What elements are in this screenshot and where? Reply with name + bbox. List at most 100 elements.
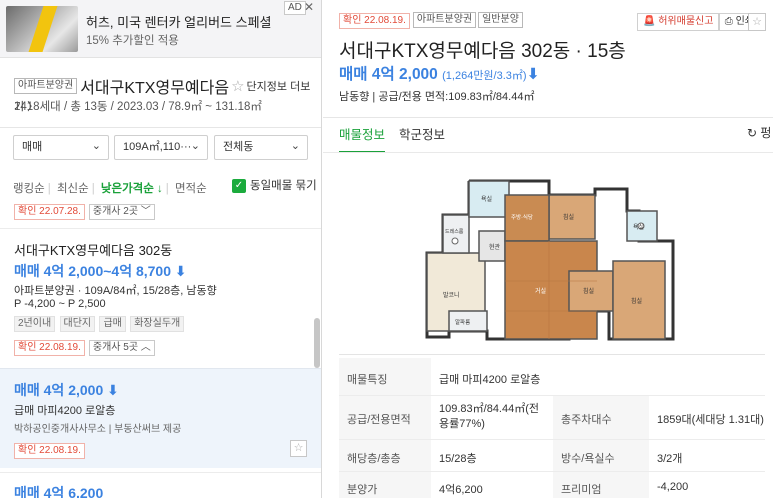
type-tag: 아파트분양권: [412, 12, 477, 28]
favorite-star-icon[interactable]: ☆: [290, 440, 307, 457]
listing-detail: 아파트분양권 · 109A/84㎡, 15/28층, 남동향: [14, 285, 217, 297]
confirm-badge: 확인 22.08.19.: [339, 13, 410, 30]
label-dress: 드레스룸: [445, 228, 464, 235]
feature-tags: 2년이내 대단지 급매 화장실두개: [14, 315, 185, 332]
detail-summary: 남동향 | 공급/전용 면적:109.83㎡/84.44㎡: [339, 91, 535, 103]
table-cell: 4억6,200: [439, 484, 483, 496]
price-down-icon: ⬇: [174, 263, 187, 279]
scrollbar[interactable]: [314, 318, 320, 368]
table-cell: -4,200: [657, 481, 689, 493]
list-item-selected[interactable]: 매매 4억 2,000 ⬇ 급매 마피4200 로알층 박하공인중개사사무소 |…: [0, 368, 321, 468]
star-icon[interactable]: ☆: [231, 78, 244, 95]
feature-tag: 2년이내: [14, 316, 56, 332]
chevron-down-icon: ⌄: [91, 140, 101, 152]
sort-lowest-price[interactable]: 낮은가격순 ↓: [101, 183, 163, 195]
listing-footer: 확인 22.08.19. 중개사 5곳 ︿: [14, 339, 155, 356]
table-cell: 급매 마피4200 로알층: [439, 374, 541, 386]
feature-tag: 급매: [99, 316, 126, 332]
table-row: 공급/전용면적 109.83㎡/84.44㎡(전 용률77%) 총주차대수 185…: [339, 396, 765, 440]
close-icon[interactable]: ✕: [304, 0, 314, 14]
label-alpha: 알파룸: [455, 318, 470, 326]
detail-title: 서대구KTX영무예다음 302동 · 15층: [339, 41, 626, 62]
dup-group-checkbox[interactable]: ✓ 동일매물 묶기: [232, 177, 317, 193]
feature-tag: 대단지: [59, 316, 96, 332]
report-button[interactable]: 🚨 허위매물신고: [637, 13, 720, 31]
table-header: 해당층/총층: [339, 440, 431, 471]
label-kitchen: 주방·식당: [511, 213, 533, 221]
tab-listing-info[interactable]: 매물정보: [339, 124, 386, 153]
building-value: 전체동: [223, 141, 254, 153]
listing-panel: 허츠, 미국 렌터카 얼리버드 스페셜 15% 추가할인 적용 AD ✕ 아파트…: [0, 0, 322, 498]
detail-table: 매물특징 급매 마피4200 로알층 공급/전용면적 109.83㎡/84.44…: [339, 358, 765, 498]
print-icon: ⎙: [724, 16, 733, 27]
checkbox-checked-icon[interactable]: ✓: [232, 178, 246, 193]
label-room2: 침실: [583, 287, 594, 295]
ad-badge: AD: [284, 1, 306, 15]
listing-title: 서대구KTX영무예다음 302동: [14, 243, 173, 258]
building-select[interactable]: 전체동 ⌄: [214, 135, 308, 160]
siren-icon: 🚨: [643, 16, 656, 27]
sort-ranking[interactable]: 랭킹순: [13, 183, 45, 195]
complex-stats: 1418세대 / 총 13동 / 2023.03 / 78.9㎡ ~ 131.1…: [14, 101, 262, 113]
ad-title[interactable]: 허츠, 미국 렌터카 얼리버드 스페셜: [86, 12, 272, 31]
sort-latest[interactable]: 최신순: [57, 183, 89, 195]
label-room3: 침실: [631, 297, 642, 305]
deal-type-select[interactable]: 매매 ⌄: [13, 135, 109, 160]
confirm-badge: 확인 22.08.19.: [14, 443, 85, 459]
table-cell: 109.83㎡/84.44㎡(전 용률77%): [439, 403, 540, 430]
divider: [323, 117, 773, 118]
divider: [339, 354, 765, 355]
floor-plan: 현관 드레스룸 욕실 침실 욕실 주방·식당 거실 침실 침실 발코니 알파룸: [339, 161, 769, 353]
table-header: 총주차대수: [553, 396, 649, 439]
refresh-button[interactable]: ↻ 펑: [747, 124, 771, 141]
detail-price: 매매 4억 2,000 (1,264만원/3.3㎡)⬇: [339, 66, 540, 83]
table-header: 분양가: [339, 472, 431, 498]
table-header: 방수/욕실수: [553, 440, 649, 471]
table-cell: 15/28층: [439, 453, 477, 465]
sort-area[interactable]: 면적순: [175, 183, 207, 195]
chevron-down-icon: ⌄: [290, 140, 300, 152]
deal-type-value: 매매: [22, 141, 43, 153]
confirm-badge: 확인 22.08.19.: [14, 340, 85, 356]
price-down-icon: ⬇: [107, 382, 119, 398]
agents-toggle[interactable]: 중개사 2곳 ﹀: [88, 204, 155, 220]
table-row: 해당층/총층 15/28층 방수/욕실수 3/2개: [339, 440, 765, 472]
label-balcony: 발코니: [443, 291, 460, 299]
detail-panel: 확인 22.08.19. 아파트분양권 일반분양 🚨 허위매물신고 ⎙ 인쇄 ☆ 서…: [323, 0, 773, 498]
tab-school-info[interactable]: 학군정보: [399, 124, 445, 151]
dup-group-label: 동일매물 묶기: [250, 180, 317, 192]
list-item[interactable]: 매매 4억 6,200: [0, 472, 321, 498]
supply-tag: 일반분양: [478, 12, 523, 28]
feature-tag: 화장실두개: [130, 316, 185, 332]
listing-price: 매매 4억 2,000~4억 8,700 ⬇: [14, 263, 187, 279]
listing-premium: P -4,200 ~ P 2,500: [14, 298, 106, 310]
label-living: 거실: [535, 287, 546, 295]
table-cell: 1859대(세대당 1.31대): [657, 414, 764, 426]
agents-toggle[interactable]: 중개사 5곳 ︿: [88, 340, 155, 356]
table-row: 분양가 4억6,200 프리미엄 -4,200: [339, 472, 765, 498]
ad-banner[interactable]: 허츠, 미국 렌터카 얼리버드 스페셜 15% 추가할인 적용 AD ✕: [0, 0, 321, 58]
label-bath2: 욕실: [633, 223, 644, 231]
table-cell: 3/2개: [657, 453, 683, 465]
listing-price: 매매 4억 6,200: [14, 485, 104, 498]
table-header: 공급/전용면적: [339, 396, 431, 439]
favorite-star-icon[interactable]: ☆: [748, 13, 766, 31]
area-select[interactable]: 109A㎡,110··· ⌄: [114, 135, 208, 160]
listing-description: 급매 마피4200 로알층: [14, 405, 116, 417]
list-item[interactable]: 서대구KTX영무예다음 302동 매매 4억 2,000~4억 8,700 ⬇ …: [0, 228, 321, 363]
price-down-icon: ⬇: [526, 66, 540, 83]
listing-footer: 확인 22.08.19.: [14, 442, 85, 459]
label-bath1: 욕실: [481, 195, 492, 203]
list-item-partial: 확인 22.07.28. 중개사 2곳 ﹀: [14, 203, 155, 220]
price-per-area: (1,264만원/3.3㎡): [442, 70, 527, 82]
ad-thumbnail: [6, 6, 78, 52]
confirm-badge: 확인 22.07.28.: [14, 204, 85, 220]
label-entrance: 현관: [489, 243, 501, 251]
chevron-down-icon: ⌄: [190, 140, 200, 152]
table-header: 매물특징: [339, 358, 431, 395]
ad-subtitle: 15% 추가할인 적용: [86, 35, 179, 47]
listing-price: 매매 4억 2,000 ⬇: [14, 382, 119, 398]
complex-name: 서대구KTX영무예다음: [80, 80, 230, 97]
listing-list[interactable]: 확인 22.07.28. 중개사 2곳 ﹀ 서대구KTX영무예다음 302동 매매…: [0, 200, 321, 498]
area-value: 109A㎡,110···: [123, 141, 192, 153]
